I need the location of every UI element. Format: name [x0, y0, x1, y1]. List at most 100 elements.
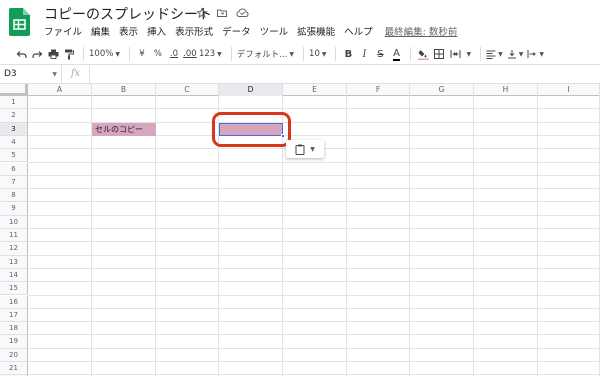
fill-color-icon[interactable] — [416, 46, 430, 62]
document-title[interactable]: コピーのスプレッドシート — [44, 6, 212, 24]
currency-format-button[interactable]: ¥ — [135, 46, 149, 62]
grid-line — [28, 334, 600, 336]
column-header-g[interactable]: G — [410, 84, 474, 96]
move-folder-icon[interactable] — [215, 6, 229, 20]
increase-decimal-button[interactable]: .00 — [183, 46, 197, 62]
row-header-7[interactable]: 7 — [0, 175, 28, 190]
row-header-4[interactable]: 4 — [0, 135, 28, 150]
menu-help[interactable]: ヘルプ — [344, 27, 373, 39]
horizontal-align-select[interactable]: ▼ — [486, 46, 503, 62]
italic-button[interactable]: I — [357, 46, 371, 62]
select-all-corner[interactable] — [0, 84, 28, 96]
number-format-label: 123 — [198, 49, 216, 59]
sheets-logo-icon[interactable] — [9, 8, 30, 36]
text-color-label: A — [393, 47, 400, 61]
row-header-19[interactable]: 19 — [0, 335, 28, 349]
text-wrap-icon — [527, 50, 537, 58]
row-header-5[interactable]: 5 — [0, 149, 28, 163]
formula-input[interactable] — [90, 65, 600, 83]
paint-format-icon[interactable] — [62, 46, 76, 62]
cell-reference: D3 — [4, 69, 17, 79]
column-header-b[interactable]: B — [92, 84, 156, 96]
zoom-select[interactable]: 100% ▼ — [89, 46, 120, 62]
cell-b3[interactable]: セルのコピー — [92, 123, 156, 136]
column-header-c[interactable]: C — [156, 84, 219, 96]
toolbar-divider — [410, 47, 412, 61]
grid-line — [28, 321, 600, 323]
menu-view[interactable]: 表示 — [119, 27, 138, 39]
row-header-8[interactable]: 8 — [0, 189, 28, 203]
align-bottom-icon — [507, 50, 516, 59]
column-header-d[interactable]: D — [219, 84, 283, 96]
undo-icon[interactable] — [14, 46, 28, 62]
menu-insert[interactable]: 挿入 — [147, 27, 166, 39]
font-family-select[interactable]: デフォルト... ▼ — [237, 46, 294, 62]
row-header-1[interactable]: 1 — [0, 96, 28, 110]
highlight-annotation — [212, 112, 291, 147]
column-header-a[interactable]: A — [28, 84, 92, 96]
percent-format-button[interactable]: % — [151, 46, 165, 62]
bold-button[interactable]: B — [341, 46, 355, 62]
row-header-2[interactable]: 2 — [0, 109, 28, 123]
row-header-10[interactable]: 10 — [0, 215, 28, 229]
number-format-select[interactable]: 123 ▼ — [199, 46, 222, 62]
row-header-21[interactable]: 21 — [0, 362, 28, 376]
column-header-f[interactable]: F — [347, 84, 410, 96]
borders-icon[interactable] — [432, 46, 446, 62]
row-header-14[interactable]: 14 — [0, 268, 28, 283]
row-header-18[interactable]: 18 — [0, 322, 28, 336]
font-size-select[interactable]: 10 ▼ — [309, 46, 326, 62]
row-header-11[interactable]: 11 — [0, 229, 28, 243]
column-header-h[interactable]: H — [474, 84, 538, 96]
redo-icon[interactable] — [30, 46, 44, 62]
column-header-i[interactable]: I — [538, 84, 600, 96]
toolbar-divider — [128, 47, 130, 61]
grid-line — [28, 214, 600, 216]
toolbar-divider — [303, 47, 305, 61]
spreadsheet-grid[interactable]: ABCDEFGHI 1 2 3 4 5 6 7 8 9 10 11 12 13 14 15 16 17 18 19 2… — [0, 84, 600, 376]
menu-format[interactable]: 表示形式 — [175, 27, 213, 39]
chevron-down-icon: ▼ — [466, 50, 472, 58]
clipboard-icon — [295, 144, 305, 155]
name-box[interactable]: D3 ▼ — [0, 65, 62, 83]
menu-tools[interactable]: ツール — [260, 27, 289, 39]
row-header-17[interactable]: 17 — [0, 308, 28, 323]
print-icon[interactable] — [46, 46, 60, 62]
row-header-20[interactable]: 20 — [0, 348, 28, 362]
chevron-down-icon: ▼ — [52, 70, 57, 78]
row-header-12[interactable]: 12 — [0, 242, 28, 256]
text-wrap-select[interactable]: ▼ — [527, 46, 544, 62]
chevron-down-icon: ▼ — [310, 145, 315, 153]
merge-options-select[interactable]: ▼ — [464, 46, 471, 62]
menu-edit[interactable]: 編集 — [91, 27, 110, 39]
vertical-align-select[interactable]: ▼ — [507, 46, 523, 62]
grid-line — [28, 188, 600, 190]
row-header-13[interactable]: 13 — [0, 255, 28, 269]
menu-file[interactable]: ファイル — [44, 27, 82, 39]
row-header-6[interactable]: 6 — [0, 162, 28, 176]
decrease-decimal-button[interactable]: .0 — [167, 46, 181, 62]
strikethrough-button[interactable]: S — [373, 46, 387, 62]
menu-extensions[interactable]: 拡張機能 — [297, 27, 335, 39]
text-color-button[interactable]: A — [389, 46, 403, 62]
row-header-3[interactable]: 3 — [0, 122, 28, 136]
star-icon[interactable] — [195, 6, 209, 20]
last-edit-link[interactable]: 最終編集: 数秒前 — [385, 27, 458, 39]
cloud-status-icon[interactable] — [235, 6, 249, 20]
chevron-down-icon: ▼ — [217, 50, 222, 58]
row-header-9[interactable]: 9 — [0, 202, 28, 216]
column-header-e[interactable]: E — [283, 84, 347, 96]
merge-cells-icon[interactable] — [448, 46, 462, 62]
formula-bar: D3 ▼ fx — [0, 64, 600, 84]
grid-line — [28, 267, 600, 269]
row-header-16[interactable]: 16 — [0, 295, 28, 309]
grid-line — [28, 201, 600, 203]
row-header-15[interactable]: 15 — [0, 282, 28, 296]
grid-line — [28, 161, 600, 163]
grid-line — [28, 374, 600, 376]
grid-line — [28, 347, 600, 349]
grid-line — [28, 254, 600, 256]
menu-data[interactable]: データ — [222, 27, 251, 39]
paste-options-button[interactable]: ▼ — [286, 140, 324, 158]
font-size-value: 10 — [309, 49, 320, 59]
